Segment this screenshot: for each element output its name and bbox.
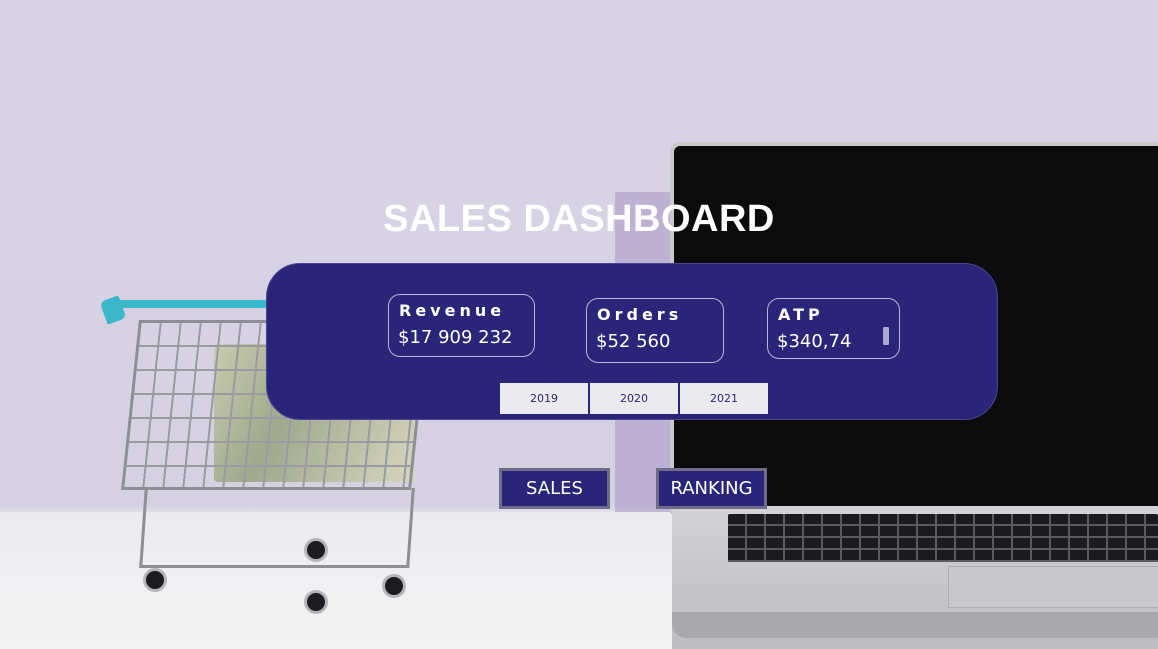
year-2021-button[interactable]: 2021 bbox=[680, 383, 768, 414]
revenue-card: Revenue $17 909 232 bbox=[388, 294, 535, 357]
orders-value: $52 560 bbox=[596, 331, 671, 352]
page-title: SALES DASHBOARD bbox=[383, 198, 775, 240]
orders-label: Orders bbox=[597, 305, 683, 324]
atp-label: ATP bbox=[778, 305, 824, 324]
cart-handle-bar bbox=[118, 300, 268, 308]
cart-wheel bbox=[382, 574, 406, 598]
year-2019-button[interactable]: 2019 bbox=[500, 383, 588, 414]
atp-scrollbar[interactable] bbox=[883, 327, 889, 345]
laptop-trackpad bbox=[948, 566, 1158, 608]
year-slicer: 2019 2020 2021 bbox=[500, 383, 768, 414]
atp-value: $340,74 bbox=[777, 331, 852, 352]
atp-card: ATP $340,74 bbox=[767, 298, 900, 359]
year-2020-button[interactable]: 2020 bbox=[590, 383, 678, 414]
cart-wheel bbox=[304, 590, 328, 614]
laptop-keyboard bbox=[728, 514, 1158, 562]
sales-nav-button[interactable]: SALES bbox=[499, 468, 610, 509]
orders-card: Orders $52 560 bbox=[586, 298, 724, 363]
cart-wheel bbox=[304, 538, 328, 562]
cart-wheel bbox=[143, 568, 167, 592]
revenue-value: $17 909 232 bbox=[398, 327, 513, 348]
ranking-nav-button[interactable]: RANKING bbox=[656, 468, 767, 509]
revenue-label: Revenue bbox=[399, 301, 506, 320]
cart-frame bbox=[139, 488, 415, 568]
laptop-edge bbox=[672, 612, 1158, 638]
